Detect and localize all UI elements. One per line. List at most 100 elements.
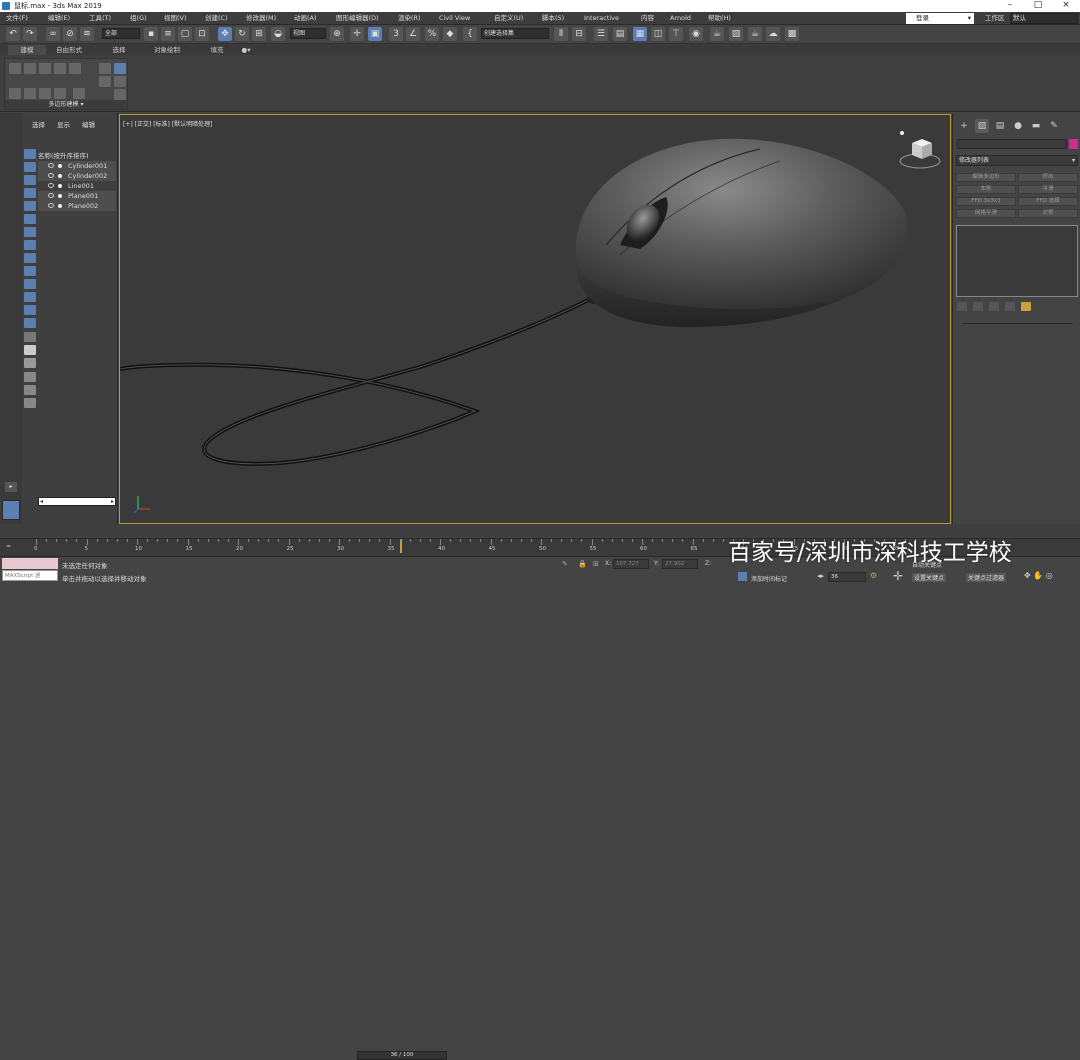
border-mode-icon[interactable] [39,63,51,74]
scene-horizontal-scrollbar[interactable]: ◂ ▸ [38,497,116,506]
filter-frozen-icon[interactable] [24,279,36,289]
pivot-center-icon[interactable]: ⊕ [330,27,344,41]
sync-selection-icon[interactable] [24,372,36,382]
make-unique-icon[interactable] [989,302,999,311]
menu-create[interactable]: 创建(C) [205,13,228,24]
scene-tab-edit[interactable]: 编辑 [82,119,95,129]
toggle-command-panel-icon[interactable] [39,88,51,99]
workspace-dropdown[interactable]: 默认 [1010,13,1078,24]
time-slider[interactable]: 36 / 100 [357,1051,447,1060]
modifier-button-extrude[interactable]: 挤出 [1018,173,1078,182]
edit-named-selection-icon[interactable]: { [463,27,477,41]
tab-selection[interactable]: 选择 [100,45,138,55]
filter-shapes-icon[interactable] [24,162,36,172]
schematic-view-icon[interactable]: ⊤ [669,27,683,41]
selection-lock-icon[interactable]: 🔒 [578,560,587,568]
filter-all-icon[interactable] [24,305,36,315]
scene-row-line001[interactable]: Line001 [38,181,116,191]
display-children-icon[interactable] [24,345,36,355]
tab-modeling[interactable]: 建模 [8,45,46,55]
motion-tab-icon[interactable]: ● [1011,119,1025,133]
layer-icon[interactable] [24,398,36,408]
modify-tab-icon[interactable]: ▨ [975,119,989,133]
align-icon[interactable]: ⊟ [572,27,586,41]
redo-icon[interactable]: ↷ [23,27,37,41]
selection-region-icon[interactable]: ▢ [178,27,192,41]
undo-icon[interactable]: ↶ [6,27,20,41]
select-manipulate-icon[interactable]: ✛ [350,27,364,41]
menu-civil-view[interactable]: Civil View [439,13,470,24]
configure-sets-icon[interactable] [114,89,126,100]
material-editor-icon[interactable]: ◉ [689,27,703,41]
time-tag-icon[interactable] [738,572,747,581]
select-and-rotate-icon[interactable]: ↻ [235,27,249,41]
current-frame-field[interactable]: 36 [828,572,866,582]
remove-modifier-icon[interactable] [1005,302,1015,311]
modifier-list-dropdown[interactable]: 修改器列表 ▾ [956,155,1078,166]
y-coord-field[interactable]: 27.902 [662,559,698,569]
spinner-snap-icon[interactable]: ◆ [443,27,457,41]
scene-tab-select[interactable]: 选择 [32,119,45,129]
close-icon[interactable]: × [1052,0,1080,12]
modifier-button-ffd-select[interactable]: FFD 选择 [1018,197,1078,206]
filter-invert-icon[interactable] [24,332,36,342]
collapse-stack-icon[interactable] [24,88,36,99]
reference-coordinate-dropdown[interactable]: 视图 [290,28,326,39]
window-crossing-icon[interactable]: ⊡ [195,27,209,41]
scene-row-plane001[interactable]: Plane001 [38,191,116,201]
scroll-left-icon[interactable]: ◂ [40,498,43,505]
use-displacement-icon[interactable] [73,88,85,99]
modifier-stack[interactable] [956,225,1078,297]
scene-tab-display[interactable]: 显示 [57,119,70,129]
unlink-icon[interactable]: ⊘ [63,27,77,41]
scroll-right-icon[interactable]: ▸ [111,498,114,505]
filter-funnel-icon[interactable] [24,385,36,395]
menu-rendering[interactable]: 渲染(R) [398,13,421,24]
select-object-icon[interactable]: ▪ [144,27,158,41]
element-mode-icon[interactable] [69,63,81,74]
set-key-icon[interactable]: ✛ [893,569,903,583]
modifier-button-ffd-333[interactable]: FFD 3x3x3 [956,197,1016,206]
hierarchy-tab-icon[interactable]: ▤ [993,119,1007,133]
filter-spacewarps-icon[interactable] [24,214,36,224]
modifier-button-meshsmooth[interactable]: 网格平滑 [956,209,1016,218]
x-coord-field[interactable]: 107.727 [613,559,649,569]
polygon-mode-icon[interactable] [54,63,66,74]
scene-row-plane002[interactable]: Plane002 [38,201,116,211]
menu-modifiers[interactable]: 修改器(M) [246,13,276,24]
display-influences-icon[interactable] [24,358,36,368]
select-and-scale-icon[interactable]: ⊞ [252,27,266,41]
eye-icon[interactable] [48,203,54,208]
eye-icon[interactable] [48,193,54,198]
utilities-tab-icon[interactable]: ✎ [1047,119,1061,133]
menu-views[interactable]: 视图(V) [164,13,187,24]
a360-gallery-icon[interactable]: ▩ [785,27,799,41]
tab-freeform[interactable]: 自由形式 [50,45,88,55]
login-dropdown[interactable]: 登录 ▾ [906,13,974,24]
filter-helpers-icon[interactable] [24,201,36,211]
modifier-button-lathe[interactable]: 车削 [956,185,1016,194]
maxscript-input[interactable]: MAXScript 迷 [2,570,58,581]
modifier-button-symmetry[interactable]: 对称 [1018,209,1078,218]
filter-containers-icon[interactable] [24,266,36,276]
pin-stack-icon[interactable] [114,63,126,74]
modifier-button-smooth[interactable]: 平滑 [1018,185,1078,194]
rendered-frame-icon[interactable]: ▨ [729,27,743,41]
mirror-icon[interactable]: ⫴ [554,27,568,41]
snaps-toggle-icon[interactable]: 3 [389,27,403,41]
viewport-perspective[interactable]: [+] [正交] [标准] [默认明暗处理] [119,114,951,524]
filter-geometry-icon[interactable] [24,149,36,159]
viewcube[interactable] [892,131,942,171]
filter-lights-icon[interactable] [24,175,36,185]
scene-explorer-icon[interactable]: ☰ [594,27,608,41]
object-name-field[interactable] [957,139,1067,149]
select-by-name-icon[interactable]: ≡ [161,27,175,41]
render-production-icon[interactable]: ☕ [748,27,762,41]
scene-row-cylinder002[interactable]: Cylinder002 [38,171,116,181]
filter-cameras-icon[interactable] [24,188,36,198]
layer-explorer-icon[interactable]: ▤ [613,27,627,41]
scene-row-cylinder001[interactable]: Cylinder001 [38,161,116,171]
menu-customize[interactable]: 自定义(U) [494,13,523,24]
keyboard-shortcut-override-icon[interactable]: ▣ [368,27,382,41]
named-selection-set-dropdown[interactable]: 创建选择集 [481,28,549,39]
